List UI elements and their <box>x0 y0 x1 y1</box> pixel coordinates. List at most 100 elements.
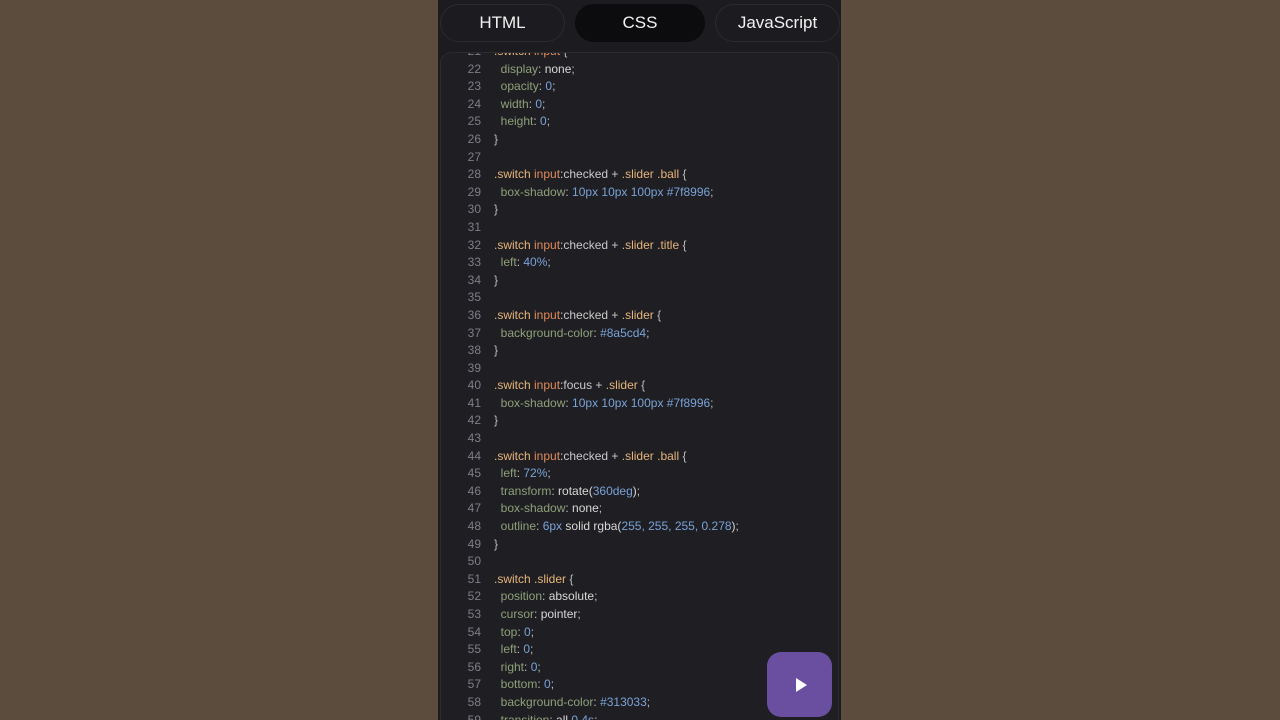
code-text: } <box>494 536 498 554</box>
code-text: position: absolute; <box>494 588 598 606</box>
code-token: { <box>653 307 662 322</box>
code-line: 40 .switch input:focus + .slider { <box>441 377 838 395</box>
code-token: .slider .ball <box>621 167 680 182</box>
line-number: 21 <box>455 53 481 61</box>
line-number: 59 <box>467 712 481 720</box>
code-token: ; <box>577 607 581 621</box>
code-text: } <box>494 342 498 360</box>
line-number: 39 <box>467 360 481 375</box>
code-line: 45 left: 72%; <box>441 465 838 483</box>
code-text: .switch input:checked + .slider .ball { <box>494 448 686 466</box>
code-token: outline <box>494 519 537 534</box>
code-token: ; <box>547 255 551 270</box>
line-number: 28 <box>467 167 481 182</box>
tab-javascript-label: JavaScript <box>737 13 818 32</box>
line-number: 32 <box>467 237 481 252</box>
play-button[interactable] <box>767 652 832 717</box>
tab-javascript[interactable]: JavaScript <box>715 4 840 42</box>
tab-css[interactable]: CSS <box>575 4 705 42</box>
line-number: 46 <box>467 483 481 498</box>
code-token: ; <box>546 114 551 129</box>
code-token: 10px 10px 100px #7f8996 <box>572 395 711 410</box>
line-number: 34 <box>467 272 481 287</box>
line-number: 51 <box>467 571 481 586</box>
code-text: width: 0; <box>494 96 546 114</box>
code-editor[interactable]: 21.switch input {22 display: none;23 opa… <box>440 52 839 720</box>
code-lines: 21.switch input {22 display: none;23 opa… <box>441 53 838 720</box>
code-token: .switch .slider <box>494 571 567 586</box>
line-number: 33 <box>467 255 481 270</box>
code-token: box-shadow <box>494 184 566 199</box>
line-number: 22 <box>467 61 481 76</box>
code-token: left <box>494 255 517 270</box>
code-text: box-shadow: 10px 10px 100px #7f8996; <box>494 184 714 202</box>
code-text: left: 40%; <box>494 254 551 272</box>
code-line: 33 left: 40%; <box>441 254 838 272</box>
code-text: box-shadow: 10px 10px 100px #7f8996; <box>494 395 714 413</box>
line-number: 26 <box>467 131 481 146</box>
code-line: 52 position: absolute; <box>441 588 838 606</box>
code-text: cursor: pointer; <box>494 606 581 624</box>
line-number: 45 <box>467 466 481 481</box>
code-token: width <box>494 96 529 111</box>
code-text: } <box>494 412 498 430</box>
code-token: 255, 255, 255, 0.278 <box>621 519 732 534</box>
code-text: } <box>494 131 498 149</box>
code-token: ; <box>646 325 650 340</box>
line-number: 29 <box>467 184 481 199</box>
code-token: ; <box>594 712 598 720</box>
code-token: transform <box>494 483 552 498</box>
code-token: ; <box>547 466 551 481</box>
code-line: 51 .switch .slider { <box>441 571 838 589</box>
code-text: display: none; <box>494 61 575 79</box>
line-number: 41 <box>467 395 481 410</box>
code-token: ; <box>552 79 556 94</box>
code-token: 40% <box>523 255 548 270</box>
code-token: .switch <box>494 53 534 58</box>
line-number: 53 <box>467 607 481 621</box>
code-token: .slider <box>621 307 654 322</box>
tab-css-label: CSS <box>622 13 658 32</box>
code-token: .switch <box>494 378 535 393</box>
code-token: position <box>494 589 543 604</box>
code-token: transition <box>494 712 550 720</box>
line-number: 27 <box>467 149 481 164</box>
code-token: { <box>679 167 687 182</box>
code-token: :focus + <box>560 378 606 393</box>
code-text: .switch .slider { <box>494 571 573 589</box>
line-number: 49 <box>467 536 481 551</box>
code-text: opacity: 0; <box>494 78 556 96</box>
code-token: :checked + <box>560 448 622 463</box>
code-line: 34} <box>441 272 838 290</box>
code-text: transition: all 0.4s; <box>494 712 598 720</box>
code-token: ; <box>710 395 714 410</box>
code-token: box-shadow <box>494 501 566 516</box>
code-text: transform: rotate(360deg); <box>494 483 640 501</box>
code-token: ; <box>550 677 555 692</box>
code-text: right: 0; <box>494 659 541 677</box>
code-token: .switch <box>494 448 535 463</box>
language-tabs: HTML CSS JavaScript <box>438 0 841 48</box>
code-line: 25 height: 0; <box>441 113 838 131</box>
code-token: input <box>534 167 561 182</box>
code-token: :checked + <box>560 167 622 182</box>
line-number: 42 <box>467 413 481 428</box>
code-token: .slider .ball <box>621 448 680 463</box>
code-line: 38} <box>441 342 838 360</box>
code-line: 42} <box>441 412 838 430</box>
code-line: 21 .switch input { <box>441 53 838 61</box>
code-token: right <box>494 659 525 674</box>
code-token: { <box>679 448 687 463</box>
code-token: ; <box>710 184 714 199</box>
code-token: } <box>494 536 499 551</box>
line-number: 56 <box>467 659 481 674</box>
code-token: opacity <box>494 79 539 94</box>
code-token: background-color <box>494 694 594 709</box>
code-token: cursor <box>494 607 535 621</box>
line-number: 43 <box>467 431 481 446</box>
code-token: ; <box>530 624 535 639</box>
code-token: top <box>494 624 518 639</box>
code-token: #8a5cd4 <box>600 325 647 340</box>
tab-html[interactable]: HTML <box>440 4 565 42</box>
code-line: 24 width: 0; <box>441 96 838 114</box>
